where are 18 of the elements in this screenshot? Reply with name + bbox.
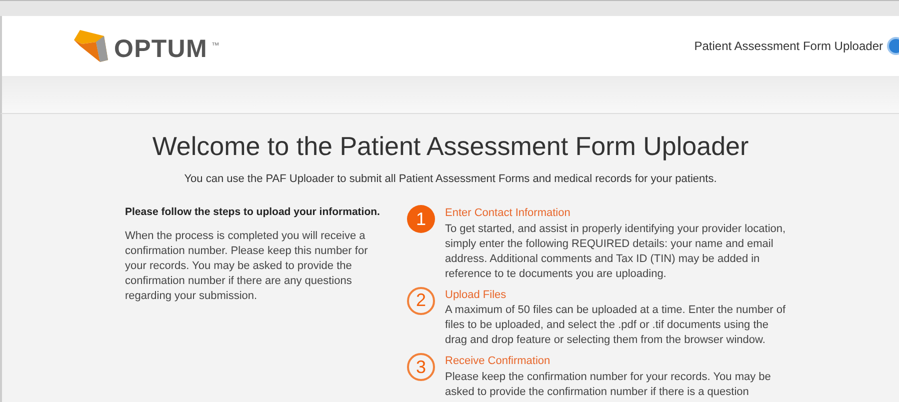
step-description: To get started, and assist in properly identifying your provider location, simply enter the following REQUIRED details: your name and email address. Additional comments and Tax ID (TIN) may be added in reference to te documents you are uploading. <box>445 222 787 282</box>
step-number: 3 <box>407 353 435 381</box>
step-description: A maximum of 50 files can be uploaded at a time. Enter the number of files to be uploaded, and select the .pdf or .tif documents using the drag and drop feature or selecting them from the browser window. <box>445 303 787 348</box>
app-title: Patient Assessment Form Uploader <box>694 38 883 55</box>
steps-heading: Please follow the steps to upload your information. <box>125 205 381 220</box>
page-subtitle: You can use the PAF Uploader to submit all Patient Assessment Forms and medical records for your patients. <box>184 172 717 186</box>
step-number: 2 <box>407 286 435 314</box>
step-description: Please keep the confirmation number for your records. You may be asked to provide the confirmation number if there is a question <box>445 370 772 400</box>
logo-text: OPTUM <box>114 37 208 62</box>
step-title: Receive Confirmation <box>445 354 552 369</box>
logo-icon <box>74 30 110 62</box>
trademark: ™ <box>211 40 220 52</box>
steps-intro: When the process is completed you will receive a confirmation number. Please keep this number for your records. You may be asked to provide the confirmation number if there are any questions regarding your submission. <box>125 228 369 304</box>
help-icon[interactable] <box>887 37 899 55</box>
step-title: Enter Contact Information <box>445 206 572 221</box>
step-number: 1 <box>407 205 435 233</box>
step-title: Upload Files <box>445 288 508 302</box>
page-title: Welcome to the Patient Assessment Form Uploader <box>152 130 749 162</box>
